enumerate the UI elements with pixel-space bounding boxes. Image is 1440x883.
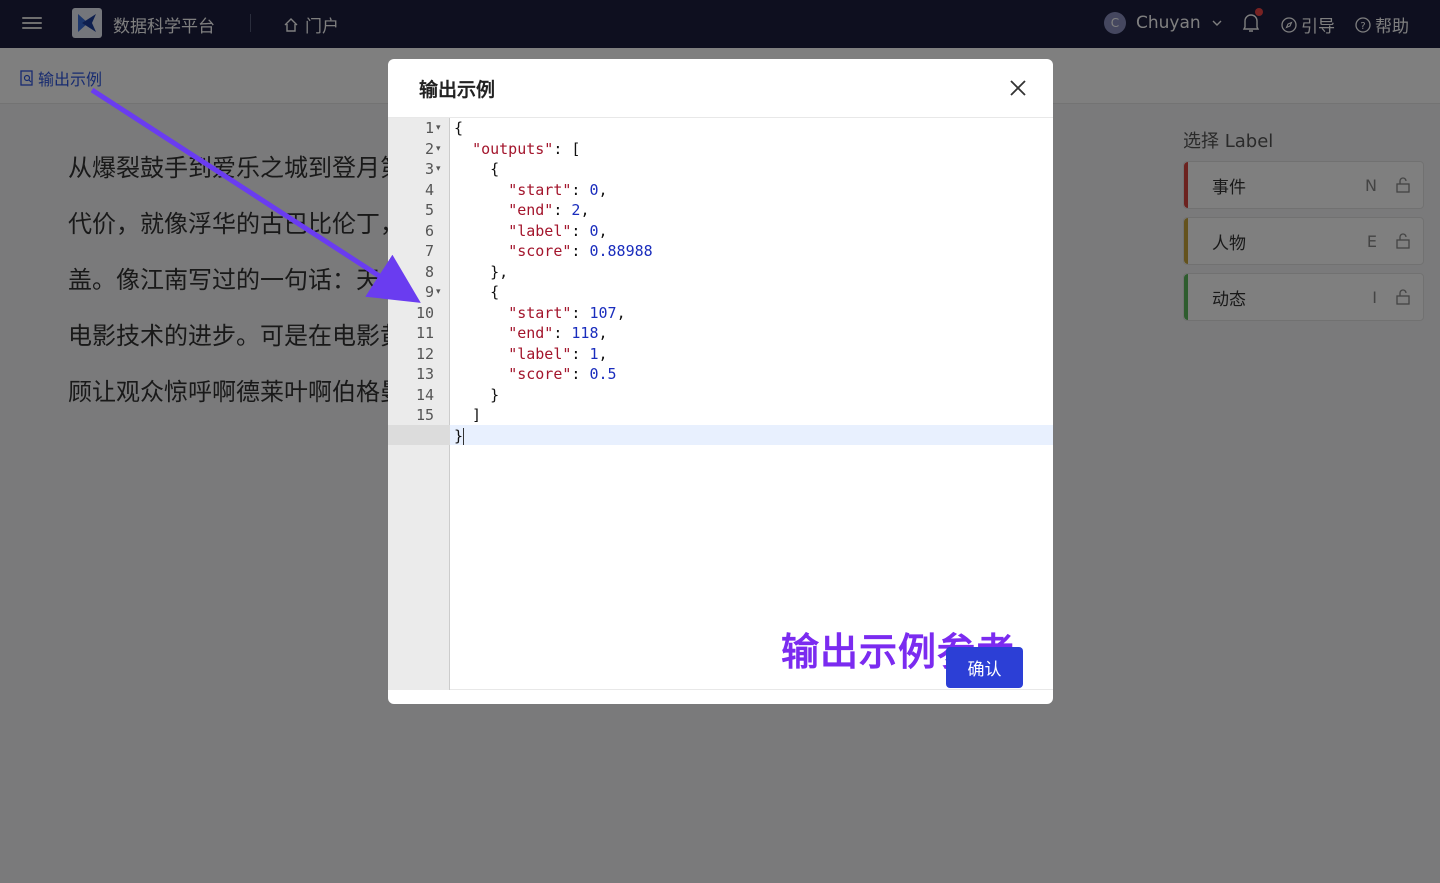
line-number: 14 [415, 385, 434, 404]
code-line: "start": 107, [508, 303, 626, 322]
code-line: { [454, 283, 500, 301]
line-number: 1 [424, 119, 434, 137]
line-number: 7 [424, 242, 434, 260]
code-line: ] [454, 406, 482, 424]
confirm-button[interactable]: 确认 [946, 647, 1023, 688]
line-number: 11 [415, 324, 434, 342]
json-code-editor[interactable]: 1▾2▾3▾456789▾10111213141516 { "outputs":… [388, 118, 1053, 690]
text-cursor [463, 427, 465, 445]
line-number: 9 [424, 283, 434, 301]
line-number: 6 [424, 221, 434, 240]
code-line: "end": 118, [508, 324, 608, 342]
code-line: "end": 2, [508, 201, 590, 219]
code-line: "label": 0, [508, 221, 608, 240]
code-line: "score": 0.88988 [508, 242, 653, 260]
line-number: 3 [424, 160, 434, 178]
line-number: 15 [415, 406, 434, 424]
line-number: 5 [424, 201, 434, 219]
line-number: 4 [424, 180, 434, 199]
code-line: "label": 1, [508, 344, 608, 363]
code-line: } [454, 385, 500, 404]
fold-toggle-icon[interactable]: ▾ [436, 159, 446, 179]
code-line: { [454, 119, 464, 137]
code-line: }, [454, 262, 509, 281]
fold-toggle-icon[interactable]: ▾ [436, 118, 446, 138]
dialog-title: 输出示例 [419, 79, 496, 101]
dialog-header: 输出示例 [388, 59, 1053, 118]
code-line: { [454, 160, 500, 178]
line-number: 13 [415, 365, 434, 383]
line-number-gutter: 1▾2▾3▾456789▾10111213141516 [388, 118, 450, 690]
line-number: 12 [415, 344, 434, 363]
code-line: "start": 0, [508, 180, 608, 199]
active-line-highlight [388, 425, 1053, 445]
line-number: 2 [424, 139, 434, 158]
code-line: } [454, 426, 465, 445]
fold-toggle-icon[interactable]: ▾ [436, 282, 446, 302]
code-line: "score": 0.5 [508, 365, 617, 383]
line-number: 8 [424, 262, 434, 281]
close-icon[interactable] [1007, 77, 1029, 99]
active-line-gutter [388, 425, 450, 445]
code-line: "outputs": [ [472, 139, 581, 158]
line-number: 10 [415, 303, 434, 322]
output-example-dialog: 输出示例 1▾2▾3▾456789▾10111213141516 { "outp… [388, 59, 1053, 704]
fold-toggle-icon[interactable]: ▾ [436, 139, 446, 159]
